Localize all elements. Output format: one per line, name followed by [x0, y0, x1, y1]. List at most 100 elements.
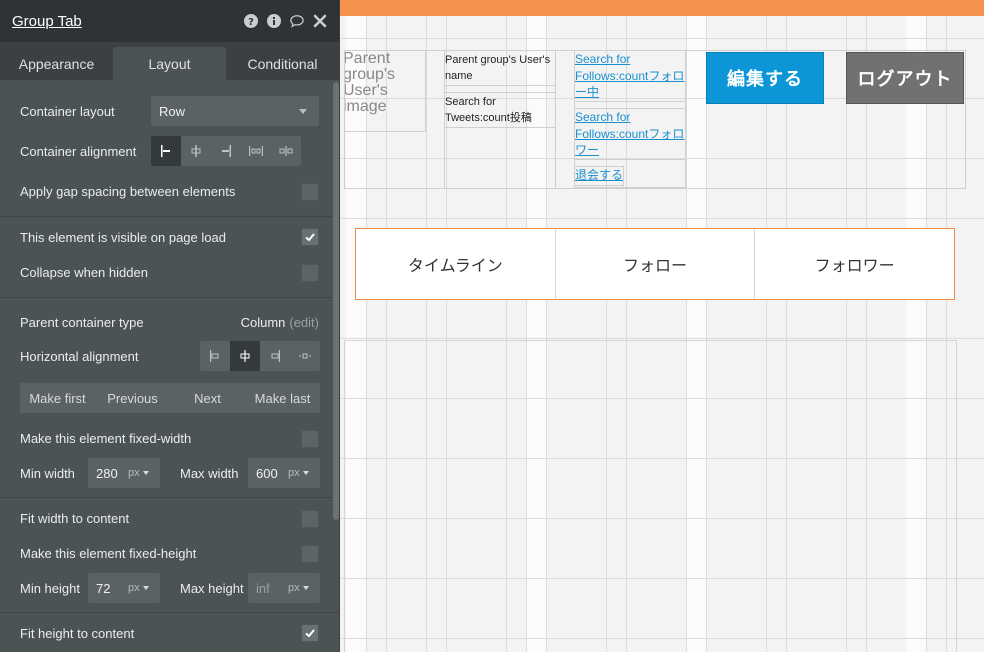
- panel-tabs: Appearance Layout Conditional: [0, 42, 339, 80]
- svg-text:?: ?: [248, 17, 254, 28]
- tab-timeline[interactable]: タイムライン: [356, 229, 556, 299]
- min-width-label: Min width: [20, 465, 75, 481]
- previous-button[interactable]: Previous: [95, 383, 170, 413]
- gap-spacing-label: Apply gap spacing between elements: [20, 183, 236, 199]
- fixed-width-row: Make this element fixed-width: [20, 428, 319, 448]
- check-icon: [305, 233, 315, 242]
- collapse-hidden-checkbox[interactable]: [301, 264, 319, 282]
- container-alignment-label: Container alignment: [20, 143, 137, 159]
- visible-on-load-label: This element is visible on page load: [20, 229, 226, 245]
- space-between-icon[interactable]: [241, 136, 271, 166]
- grid-line: [340, 338, 984, 339]
- panel-header: Group Tab ?: [0, 0, 339, 42]
- min-width-unit-select[interactable]: px: [128, 467, 149, 479]
- section-divider: [0, 612, 339, 613]
- grid-line: [340, 38, 984, 39]
- align-right-icon[interactable]: [211, 136, 241, 166]
- element-order-control: Make first Previous Next Make last: [20, 383, 320, 413]
- make-last-button[interactable]: Make last: [245, 383, 320, 413]
- fit-height-checkbox[interactable]: [301, 624, 319, 642]
- halign-right-icon[interactable]: [260, 341, 290, 371]
- min-width-input[interactable]: 280 px: [88, 458, 160, 488]
- halign-stretch-icon[interactable]: [290, 341, 320, 371]
- section-divider: [0, 297, 339, 298]
- container-alignment-control: [151, 136, 301, 166]
- make-first-button[interactable]: Make first: [20, 383, 95, 413]
- gap-spacing-checkbox[interactable]: [301, 183, 319, 201]
- tweets-count-text: Search for Tweets:count投稿: [445, 96, 532, 124]
- withdraw-link[interactable]: 退会する: [575, 167, 623, 184]
- chevron-down-icon: [142, 586, 149, 590]
- panel-scrollbar[interactable]: [333, 82, 339, 520]
- max-height-row: Max height: [180, 578, 244, 598]
- horizontal-alignment-label: Horizontal alignment: [20, 348, 139, 364]
- chevron-down-icon: [302, 586, 309, 590]
- container-layout-label: Container layout: [20, 103, 115, 119]
- next-button[interactable]: Next: [170, 383, 245, 413]
- group-tab[interactable]: タイムライン フォロー フォロワー: [355, 228, 955, 300]
- max-width-label: Max width: [180, 465, 239, 481]
- fit-width-row: Fit width to content: [20, 508, 319, 528]
- followers-count-link[interactable]: Search for Follows:countフォロワー: [575, 109, 685, 159]
- grid-line: [340, 218, 984, 219]
- tab-layout[interactable]: Layout: [113, 47, 226, 80]
- fixed-height-label: Make this element fixed-height: [20, 545, 197, 561]
- container-layout-value: Row: [159, 103, 186, 119]
- fit-width-checkbox[interactable]: [301, 510, 319, 528]
- fit-width-label: Fit width to content: [20, 510, 130, 526]
- check-icon: [305, 629, 315, 638]
- collapse-hidden-row: Collapse when hidden: [20, 262, 319, 282]
- max-height-unit-select[interactable]: px: [288, 582, 309, 594]
- logout-button[interactable]: ログアウト: [846, 52, 964, 104]
- min-height-input[interactable]: 72 px: [88, 573, 160, 603]
- edit-parent-container-link[interactable]: (edit): [289, 315, 319, 330]
- fixed-width-checkbox[interactable]: [301, 430, 319, 448]
- align-left-icon[interactable]: [151, 136, 181, 166]
- max-height-label: Max height: [180, 580, 244, 596]
- tab-followers[interactable]: フォロワー: [755, 229, 954, 299]
- parent-container-value: Column (edit): [240, 315, 319, 330]
- section-divider: [0, 216, 339, 217]
- tab-appearance[interactable]: Appearance: [0, 47, 113, 80]
- visible-on-load-row: This element is visible on page load: [20, 227, 319, 247]
- horizontal-alignment-control: [200, 341, 320, 371]
- fixed-height-row: Make this element fixed-height: [20, 543, 319, 563]
- container-layout-dropdown[interactable]: Row: [151, 96, 319, 126]
- chevron-down-icon: [302, 471, 309, 475]
- min-height-label: Min height: [20, 580, 80, 596]
- section-divider: [0, 497, 339, 498]
- chevron-down-icon: [142, 471, 149, 475]
- max-width-row: Max width: [180, 463, 239, 483]
- fixed-width-label: Make this element fixed-width: [20, 430, 192, 446]
- max-width-unit-select[interactable]: px: [288, 467, 309, 479]
- tab-follow[interactable]: フォロー: [556, 229, 756, 299]
- fit-height-row: Fit height to content: [20, 623, 319, 643]
- parent-container-label: Parent container type: [20, 314, 144, 330]
- fixed-height-checkbox[interactable]: [301, 545, 319, 563]
- tab-conditional[interactable]: Conditional: [226, 47, 339, 80]
- chevron-down-icon: [299, 109, 307, 114]
- halign-center-icon[interactable]: [230, 341, 260, 371]
- gap-spacing-row: Apply gap spacing between elements: [20, 181, 319, 201]
- info-icon[interactable]: [267, 14, 281, 28]
- min-height-unit-select[interactable]: px: [128, 582, 149, 594]
- follows-count-link[interactable]: Search for Follows:countフォロー中: [575, 51, 685, 101]
- min-height-row: Min height: [20, 578, 80, 598]
- edit-profile-button[interactable]: 編集する: [706, 52, 824, 104]
- comment-icon[interactable]: [290, 14, 304, 28]
- visible-on-load-checkbox[interactable]: [301, 228, 319, 246]
- max-height-input[interactable]: inf px: [248, 573, 320, 603]
- min-width-row: Min width: [20, 463, 75, 483]
- property-editor-panel: Group Tab ? Appearance Layout Conditiona…: [0, 0, 340, 652]
- close-icon[interactable]: [313, 14, 327, 28]
- halign-left-icon[interactable]: [200, 341, 230, 371]
- space-around-icon[interactable]: [271, 136, 301, 166]
- help-icon[interactable]: ?: [244, 14, 258, 28]
- element-name-title[interactable]: Group Tab: [12, 13, 235, 30]
- collapse-hidden-label: Collapse when hidden: [20, 264, 148, 280]
- user-image-placeholder[interactable]: Parent group's User's image: [344, 50, 426, 132]
- fit-height-label: Fit height to content: [20, 625, 135, 641]
- max-width-input[interactable]: 600 px: [248, 458, 320, 488]
- align-center-icon[interactable]: [181, 136, 211, 166]
- content-group[interactable]: [344, 340, 957, 652]
